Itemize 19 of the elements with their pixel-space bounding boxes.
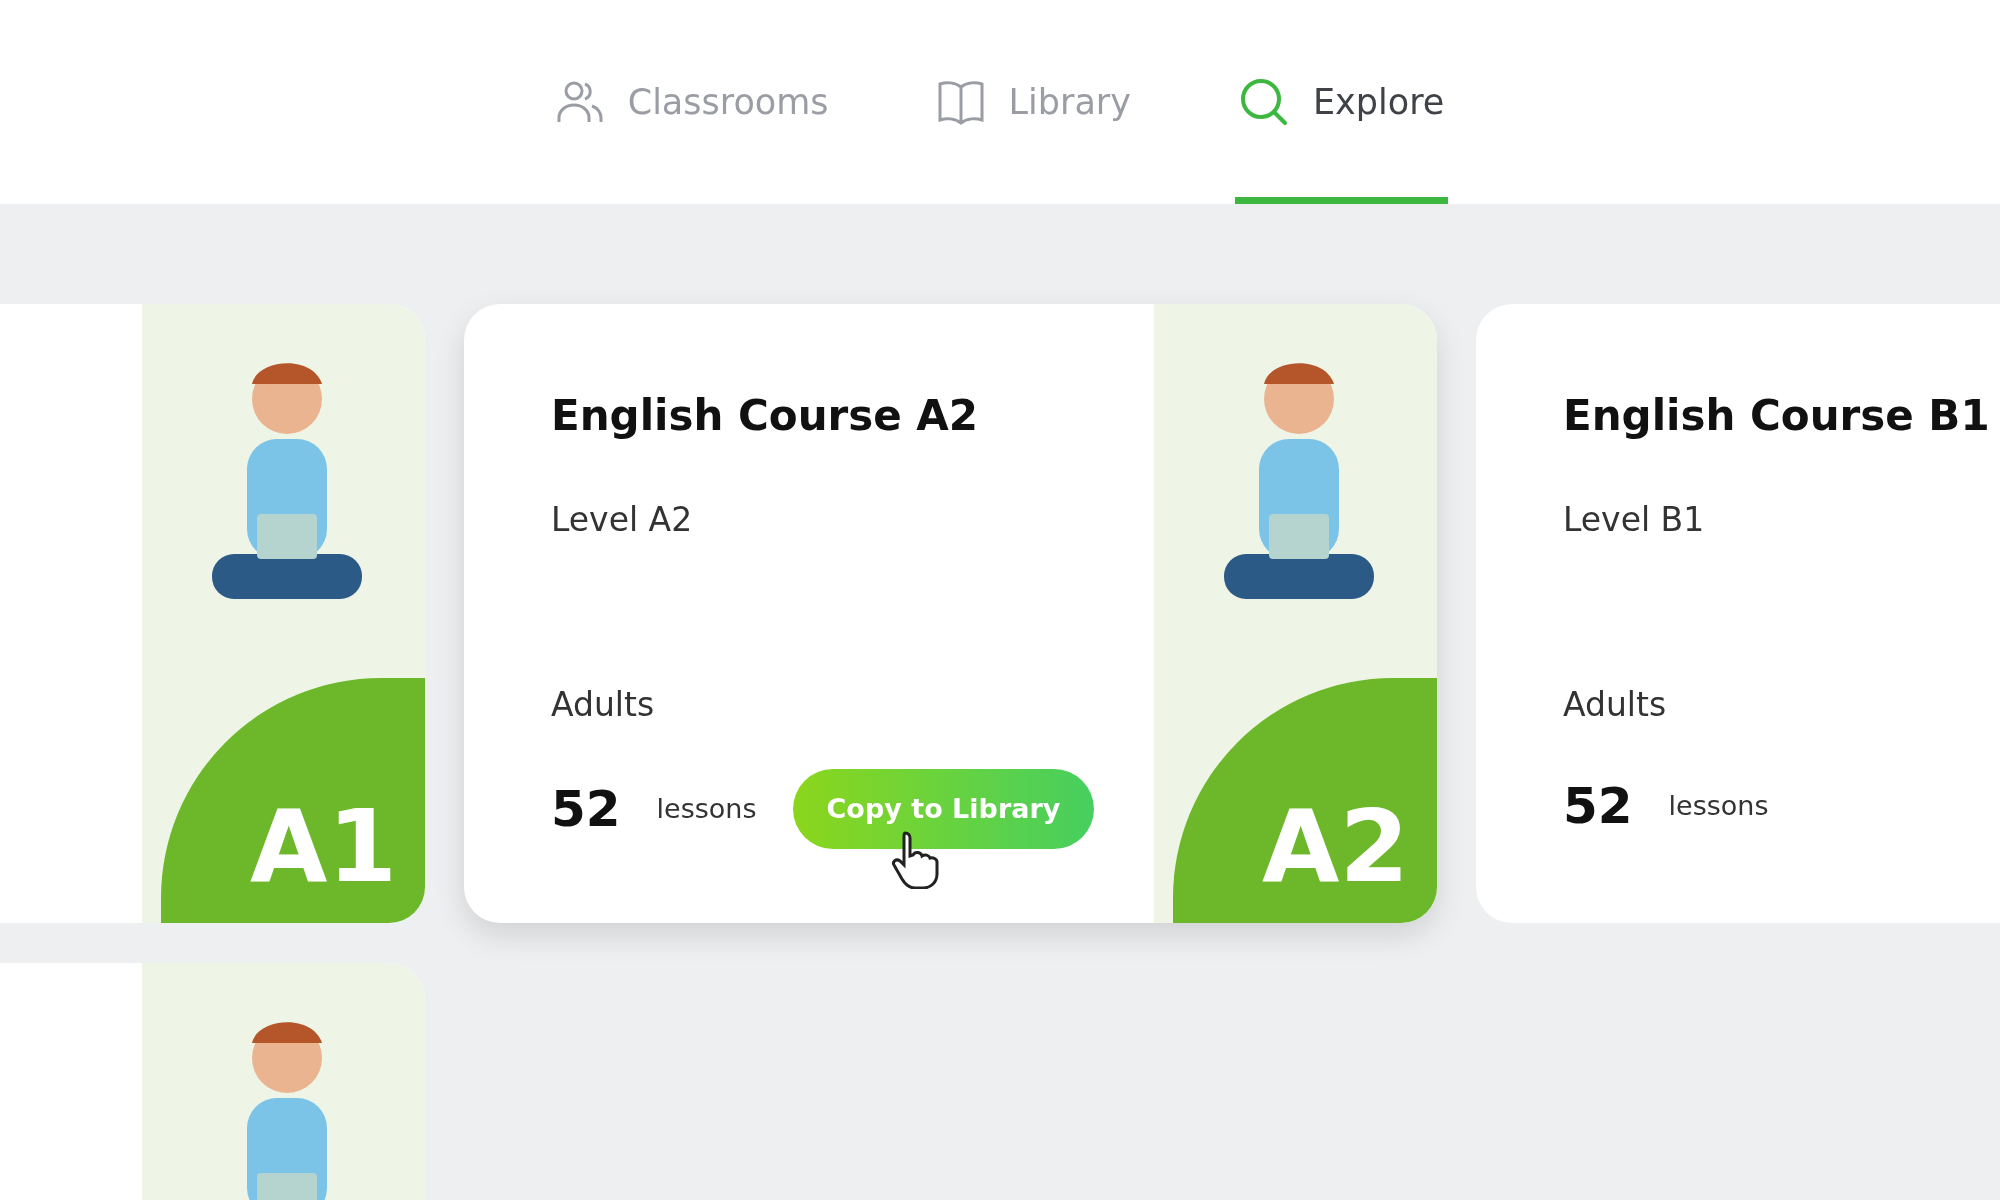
nav-tab[interactable]: Explore <box>1234 0 1449 204</box>
copy-button[interactable]: Copy to Library <box>792 769 1095 849</box>
lesson-unit: lessons <box>656 791 757 826</box>
level-label: A1 <box>250 797 397 897</box>
lesson-unit: lessons <box>1668 789 1769 824</box>
book-icon <box>936 79 985 125</box>
nav-tab[interactable]: Library <box>932 0 1135 204</box>
lesson-count: 52 <box>551 778 621 840</box>
nav-tab[interactable]: Classrooms <box>551 0 833 204</box>
course-audience: Adults <box>551 683 656 726</box>
course-audience: Adults <box>1563 683 1668 726</box>
lesson-count: 52 <box>1563 776 1633 837</box>
search-icon <box>1238 77 1289 127</box>
level-label: A2 <box>1262 797 1409 897</box>
course-title: English Course A2 <box>551 390 980 442</box>
hand-cursor-icon <box>890 829 941 889</box>
course-level: Level B1 <box>1563 499 1706 541</box>
course-level: Level A2 <box>551 499 694 541</box>
course-title: English Course B1 <box>1563 390 1991 442</box>
